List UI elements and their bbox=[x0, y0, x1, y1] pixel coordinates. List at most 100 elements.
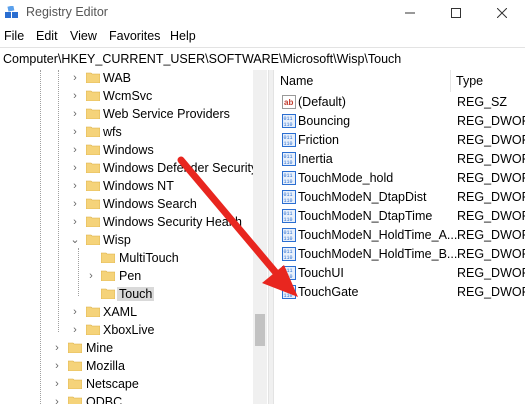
key-tree[interactable]: › WAB › WcmSvc › Web Service Providers › wfs › Wi… bbox=[0, 70, 268, 404]
svg-text:110: 110 bbox=[284, 236, 293, 242]
address-path[interactable]: Computer\HKEY_CURRENT_USER\SOFTWARE\Micr… bbox=[3, 52, 401, 66]
value-row[interactable]: 011110Bouncing REG_DWORD bbox=[274, 112, 525, 131]
values-list[interactable]: Name Type ab (Default) REG_SZ 011 110 Bouncin… bbox=[274, 70, 525, 404]
tree-item-label: Pen bbox=[119, 269, 142, 283]
svg-text:110: 110 bbox=[284, 217, 293, 223]
close-button[interactable] bbox=[479, 0, 525, 26]
value-type: REG_DWORD bbox=[457, 152, 525, 166]
tree-item[interactable]: › wfs bbox=[0, 124, 255, 142]
value-type: REG_DWORD bbox=[457, 171, 525, 185]
chevron-right-icon[interactable]: › bbox=[52, 360, 62, 372]
minimize-button[interactable] bbox=[387, 0, 433, 26]
tree-item[interactable]: › WAB bbox=[0, 70, 255, 88]
tree-item[interactable]: ⌄ Wisp bbox=[0, 232, 255, 250]
value-row[interactable]: 011110TouchMode_hold REG_DWORD bbox=[274, 169, 525, 188]
svg-text:110: 110 bbox=[284, 274, 293, 280]
tree-item-label: Windows Defender Security bbox=[103, 161, 258, 175]
svg-text:110: 110 bbox=[284, 255, 293, 261]
value-name: TouchGate bbox=[298, 285, 359, 299]
column-header-name[interactable]: Name bbox=[274, 70, 450, 92]
value-row[interactable]: 011110TouchModeN_DtapDist REG_DWORD bbox=[274, 188, 525, 207]
tree-item[interactable]: › Pen bbox=[0, 268, 255, 286]
folder-icon bbox=[86, 162, 100, 173]
menu-file[interactable]: File bbox=[4, 29, 24, 43]
tree-item[interactable]: › WcmSvc bbox=[0, 88, 255, 106]
value-row[interactable]: 011110TouchModeN_HoldTime_B...REG_DWORD bbox=[274, 245, 525, 264]
registry-editor-icon bbox=[5, 6, 18, 18]
chevron-right-icon[interactable]: › bbox=[70, 144, 80, 156]
folder-icon bbox=[86, 90, 100, 101]
dword-value-icon: 011110 bbox=[282, 114, 296, 128]
tree-item[interactable]: › Windows Defender Security bbox=[0, 160, 258, 178]
svg-text:ab: ab bbox=[284, 98, 293, 107]
folder-icon bbox=[86, 306, 100, 317]
folder-icon bbox=[101, 252, 115, 263]
svg-text:110: 110 bbox=[284, 122, 293, 128]
tree-item[interactable]: › ODBC bbox=[0, 394, 255, 404]
tree-item[interactable]: › Netscape bbox=[0, 376, 255, 394]
tree-item[interactable]: › Windows Search bbox=[0, 196, 255, 214]
tree-item-label: WAB bbox=[103, 71, 132, 85]
tree-item[interactable]: › Web Service Providers bbox=[0, 106, 255, 124]
value-name: Bouncing bbox=[298, 114, 351, 128]
chevron-right-icon[interactable]: › bbox=[70, 180, 80, 192]
chevron-right-icon[interactable]: › bbox=[70, 162, 80, 174]
tree-item-label: Netscape bbox=[86, 377, 139, 391]
chevron-right-icon[interactable]: › bbox=[52, 378, 62, 390]
chevron-down-icon[interactable]: ⌄ bbox=[70, 234, 80, 246]
value-row[interactable]: 011110TouchModeN_DtapTime REG_DWORD bbox=[274, 207, 525, 226]
dword-value-icon: 011110 bbox=[282, 228, 296, 242]
chevron-right-icon[interactable]: › bbox=[70, 90, 80, 102]
dword-value-icon: 011110 bbox=[282, 171, 296, 185]
folder-icon bbox=[68, 378, 82, 389]
tree-scrollbar[interactable] bbox=[253, 70, 267, 404]
chevron-right-icon[interactable]: › bbox=[70, 306, 80, 318]
menu-view[interactable]: View bbox=[70, 29, 97, 43]
dword-value-icon: 011110 bbox=[282, 190, 296, 204]
tree-item-label: Web Service Providers bbox=[103, 107, 230, 121]
tree-item[interactable]: › Windows Security Health bbox=[0, 214, 255, 232]
dword-value-icon: 011110 bbox=[282, 247, 296, 261]
chevron-right-icon[interactable]: › bbox=[52, 342, 62, 354]
tree-item[interactable]: › XboxLive bbox=[0, 322, 255, 340]
menu-edit[interactable]: Edit bbox=[36, 29, 58, 43]
value-row[interactable]: 011110Friction REG_DWORD bbox=[274, 131, 525, 150]
menu-favorites[interactable]: Favorites bbox=[109, 29, 160, 43]
value-row[interactable]: ab (Default) REG_SZ bbox=[274, 93, 525, 112]
value-name: TouchModeN_HoldTime_A... bbox=[298, 228, 458, 242]
column-header-type[interactable]: Type bbox=[450, 70, 525, 92]
tree-item[interactable]: › Windows bbox=[0, 142, 255, 160]
value-row[interactable]: 011110TouchUI REG_DWORD bbox=[274, 264, 525, 283]
svg-text:110: 110 bbox=[284, 141, 293, 147]
chevron-right-icon[interactable]: › bbox=[70, 126, 80, 138]
chevron-right-icon[interactable]: › bbox=[86, 270, 96, 282]
value-row[interactable]: 011110TouchGate REG_DWORD bbox=[274, 283, 525, 302]
chevron-right-icon[interactable]: › bbox=[52, 396, 62, 404]
tree-item[interactable]: › XAML bbox=[0, 304, 255, 322]
value-row[interactable]: 011110Inertia REG_DWORD bbox=[274, 150, 525, 169]
tree-item[interactable]: › Mozilla bbox=[0, 358, 255, 376]
value-type: REG_DWORD bbox=[457, 190, 525, 204]
tree-item[interactable]: › Mine bbox=[0, 340, 255, 358]
tree-item[interactable]: Touch bbox=[0, 286, 255, 304]
address-bar[interactable]: Computer\HKEY_CURRENT_USER\SOFTWARE\Micr… bbox=[0, 47, 525, 71]
chevron-right-icon[interactable]: › bbox=[70, 72, 80, 84]
folder-icon bbox=[68, 396, 82, 404]
tree-scrollbar-thumb[interactable] bbox=[255, 314, 265, 346]
folder-icon bbox=[68, 342, 82, 353]
maximize-button[interactable] bbox=[433, 0, 479, 26]
value-name: TouchModeN_DtapTime bbox=[298, 209, 433, 223]
chevron-right-icon[interactable]: › bbox=[70, 108, 80, 120]
value-row[interactable]: 011110TouchModeN_HoldTime_A...REG_DWORD bbox=[274, 226, 525, 245]
tree-item[interactable]: › Windows NT bbox=[0, 178, 255, 196]
value-name: TouchUI bbox=[298, 266, 344, 280]
tree-item-label: Wisp bbox=[103, 233, 131, 247]
menu-help[interactable]: Help bbox=[170, 29, 196, 43]
tree-item-label: WcmSvc bbox=[103, 89, 153, 103]
tree-item[interactable]: MultiTouch bbox=[0, 250, 255, 268]
value-name: TouchModeN_HoldTime_B... bbox=[298, 247, 458, 261]
value-type: REG_DWORD bbox=[457, 266, 525, 280]
chevron-right-icon[interactable]: › bbox=[70, 198, 80, 210]
chevron-right-icon[interactable]: › bbox=[70, 216, 80, 228]
chevron-right-icon[interactable]: › bbox=[70, 324, 80, 336]
